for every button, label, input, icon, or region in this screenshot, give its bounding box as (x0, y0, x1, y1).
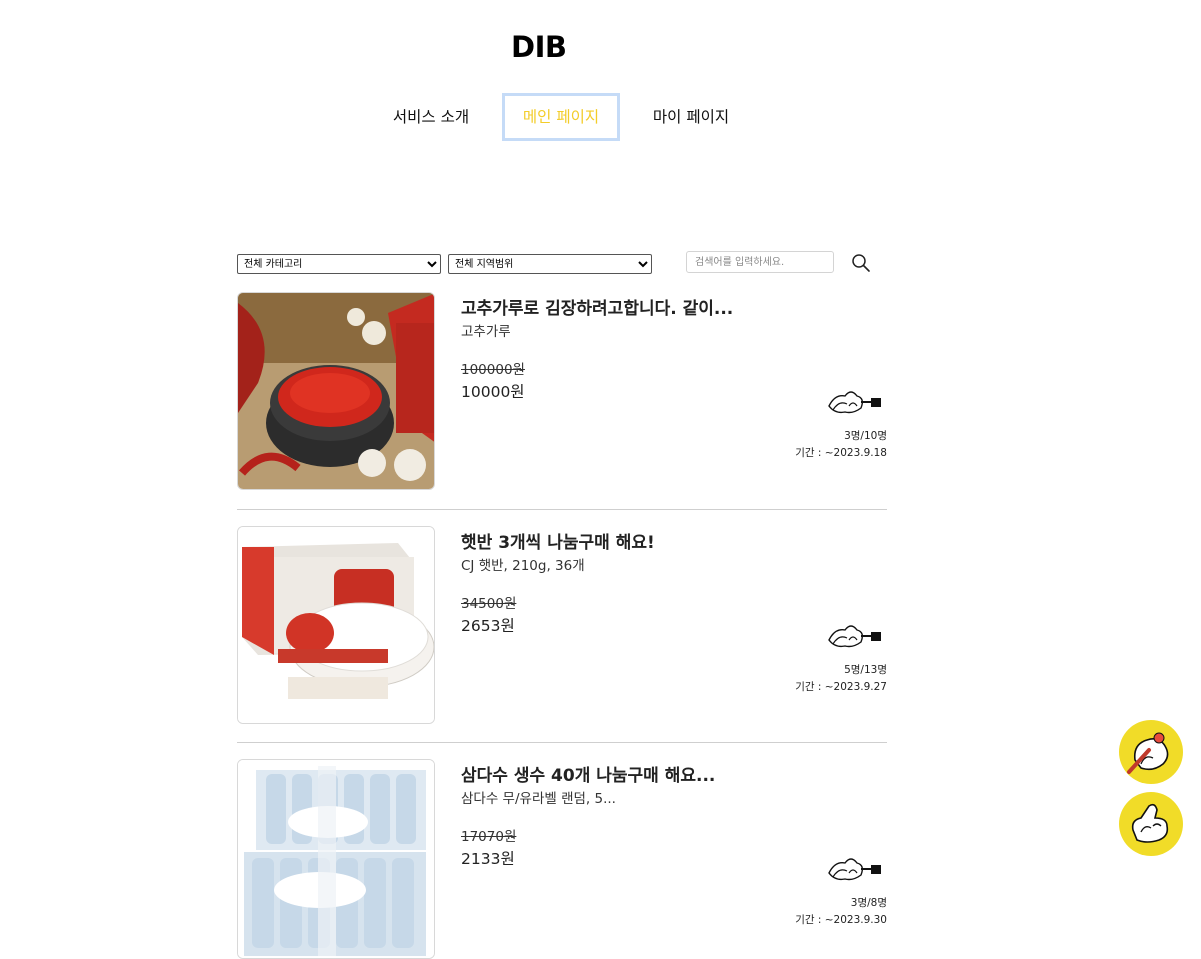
water-bottles-photo[interactable] (237, 759, 435, 959)
chat-button[interactable] (1119, 792, 1183, 856)
chili-powder-photo[interactable] (237, 292, 435, 490)
participant-count: 3명/10명 (844, 430, 887, 442)
post-title[interactable]: 고추가루로 김장하려고합니다. 같이... (461, 294, 733, 319)
post-card[interactable]: 고추가루로 김장하려고합니다. 같이... 고추가루 100000원 10000… (237, 292, 887, 493)
mascot-icon (828, 391, 881, 414)
search-button[interactable] (850, 252, 872, 274)
category-select[interactable]: 전체 카테고리 (237, 254, 441, 274)
site-logo[interactable]: DIB (511, 30, 567, 64)
divider (237, 742, 887, 743)
post-subtitle: 고추가루 (461, 324, 511, 340)
share-price: 10000원 (461, 383, 525, 401)
mascot-thumbs-up-icon (1131, 803, 1169, 843)
post-card[interactable]: 햇반 3개씩 나눔구매 해요! CJ 햇반, 210g, 36개 34500원 … (237, 526, 887, 727)
deadline: 기간 : ~2023.9.30 (795, 914, 887, 926)
search-icon (852, 254, 870, 272)
rice-box-photo[interactable] (237, 526, 435, 724)
original-price: 17070원 (461, 829, 517, 845)
post-subtitle: CJ 햇반, 210g, 36개 (461, 558, 585, 574)
mascot-write-icon (1127, 732, 1169, 774)
share-price: 2653원 (461, 617, 515, 635)
share-price: 2133원 (461, 850, 515, 868)
nav-item-service-intro[interactable]: 서비스 소개 (380, 93, 482, 141)
mascot-icon (828, 625, 881, 648)
nav-item-my-page[interactable]: 마이 페이지 (640, 93, 742, 141)
nav-item-main-page[interactable]: 메인 페이지 (502, 93, 620, 141)
filter-bar: 전체 카테고리 전체 지역범위 (236, 251, 896, 276)
deadline: 기간 : ~2023.9.18 (795, 447, 887, 459)
write-post-button[interactable] (1119, 720, 1183, 784)
post-card[interactable]: 삼다수 생수 40개 나눔구매 해요... 삼다수 무/유라벨 랜덤, 5...… (237, 759, 887, 959)
search-input[interactable] (686, 251, 834, 273)
mascot-icon (828, 858, 881, 881)
original-price: 100000원 (461, 362, 525, 378)
post-subtitle: 삼다수 무/유라벨 랜덤, 5... (461, 791, 616, 807)
divider (237, 509, 887, 510)
participant-count: 3명/8명 (850, 897, 887, 909)
original-price: 34500원 (461, 596, 517, 612)
main-nav: 서비스 소개 메인 페이지 마이 페이지 (0, 93, 1201, 141)
post-title[interactable]: 햇반 3개씩 나눔구매 해요! (461, 528, 655, 553)
participant-count: 5명/13명 (844, 664, 887, 676)
post-title[interactable]: 삼다수 생수 40개 나눔구매 해요... (461, 761, 715, 786)
deadline: 기간 : ~2023.9.27 (795, 681, 887, 693)
region-select[interactable]: 전체 지역범위 (448, 254, 652, 274)
